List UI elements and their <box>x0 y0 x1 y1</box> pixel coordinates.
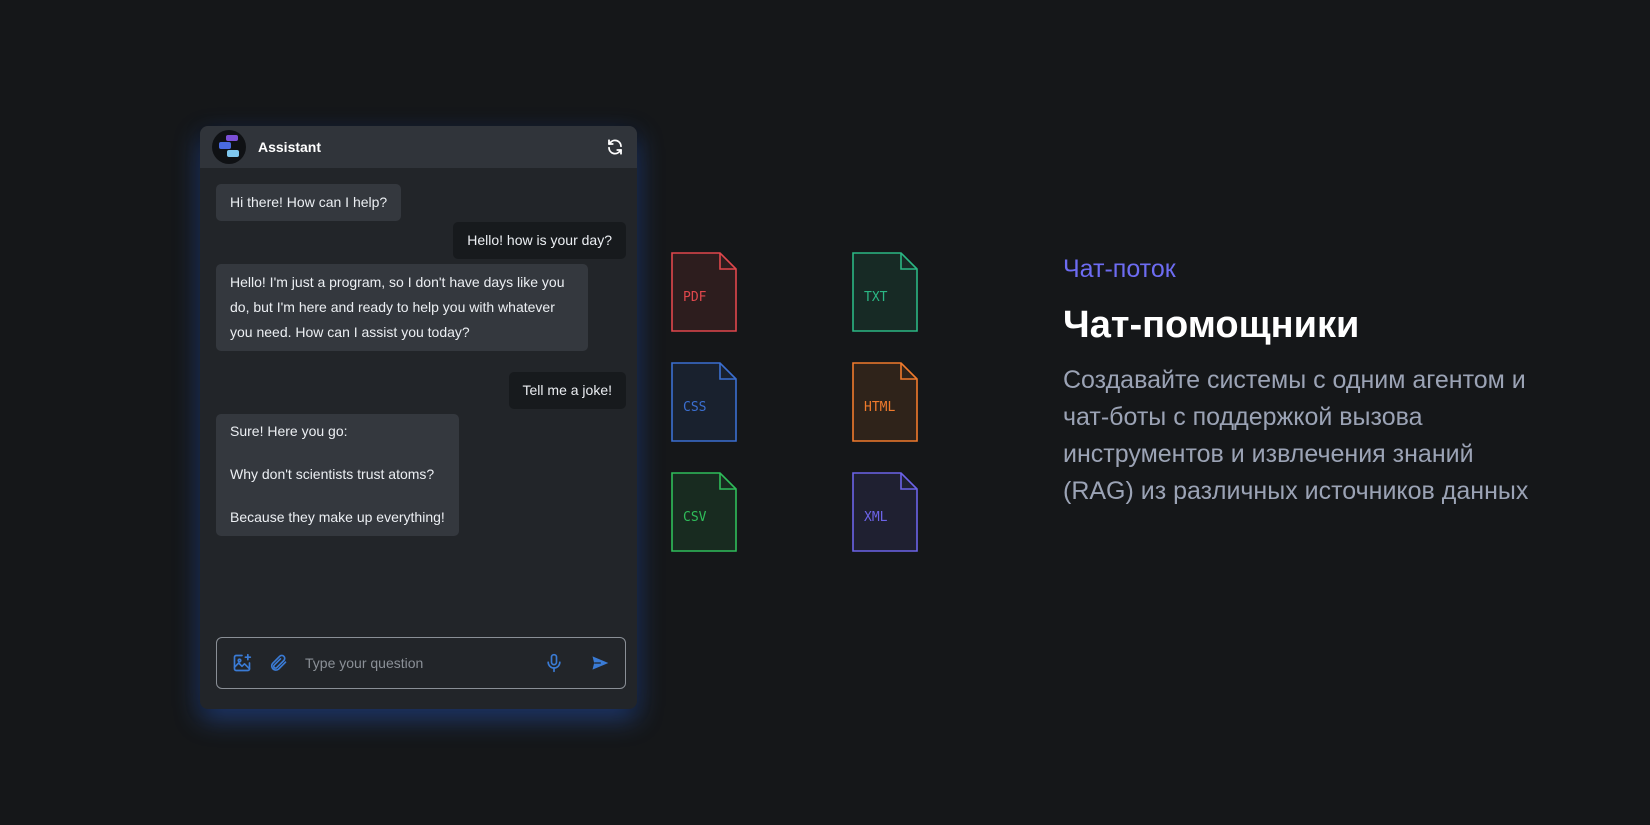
section-eyebrow: Чат-поток <box>1063 255 1176 283</box>
composer <box>216 637 626 689</box>
assistant-avatar-icon <box>212 130 246 164</box>
css-file-icon: CSS <box>671 362 737 442</box>
section-headline: Чат-помощники <box>1063 304 1360 346</box>
microphone-icon[interactable] <box>543 652 565 674</box>
file-type-label: CSV <box>683 510 707 525</box>
file-type-label: PDF <box>683 290 707 305</box>
xml-file-icon: XML <box>852 472 918 552</box>
message-list: Hi there! How can I help? Hello! how is … <box>200 168 637 649</box>
csv-file-icon: CSV <box>671 472 737 552</box>
file-type-label: XML <box>864 510 888 525</box>
file-type-label: HTML <box>864 400 896 415</box>
image-upload-icon[interactable] <box>231 652 253 674</box>
chat-header: Assistant <box>200 126 637 168</box>
html-file-icon: HTML <box>852 362 918 442</box>
section-description: Создавайте системы с одним агентом и чат… <box>1063 366 1529 505</box>
message-bot: Hi there! How can I help? <box>216 184 402 221</box>
file-type-label: TXT <box>864 290 888 305</box>
send-icon[interactable] <box>589 652 611 674</box>
chat-title: Assistant <box>258 139 322 155</box>
message-bot: Sure! Here you go: Why don't scientists … <box>216 414 459 536</box>
chat-widget: Assistant Hi there! How can I help? Hell… <box>200 126 637 709</box>
message-user: Tell me a joke! <box>508 372 626 409</box>
message-user: Hello! how is your day? <box>453 222 626 259</box>
question-input[interactable] <box>303 654 543 672</box>
paperclip-icon[interactable] <box>267 652 289 674</box>
message-bot: Hello! I'm just a program, so I don't ha… <box>216 264 588 351</box>
file-type-label: CSS <box>683 400 707 415</box>
feature-description: Чат-поток Чат-помощники Создавайте систе… <box>1063 255 1533 510</box>
pdf-file-icon: PDF <box>671 252 737 332</box>
refresh-icon[interactable] <box>605 137 625 157</box>
txt-file-icon: TXT <box>852 252 918 332</box>
